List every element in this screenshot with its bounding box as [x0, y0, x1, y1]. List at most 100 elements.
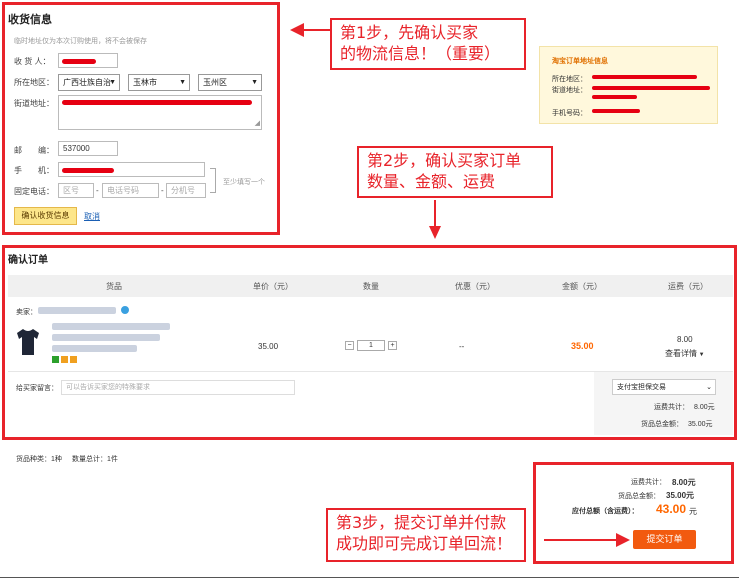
taobao-panel-title: 淘宝订单地址信息: [552, 58, 608, 65]
redacted-street: [62, 100, 252, 105]
seller-label: 卖家：: [16, 309, 37, 316]
phone-separator: -: [96, 186, 99, 195]
redacted-street-1: [592, 86, 710, 90]
chevron-down-icon: ▼: [109, 79, 116, 86]
area-code-input[interactable]: 区号: [58, 183, 94, 198]
province-value: 广西壮族自治: [63, 78, 111, 87]
district-value: 玉州区: [203, 78, 227, 87]
shipping-fee: 8.00: [677, 335, 693, 344]
chevron-down-icon: ▼: [251, 79, 258, 86]
col-amount: 金额（元）: [562, 282, 602, 291]
either-hint: 至少填写一个: [223, 179, 265, 186]
col-shipping: 运费（元）: [668, 282, 708, 291]
step3-line1: 第3步，提交订单并付款: [336, 513, 507, 532]
step1-line1: 第1步，先确认买家: [340, 23, 479, 42]
promo-badge-icon: [52, 356, 59, 363]
bottom-divider: [0, 577, 739, 578]
order-title: 确认订单: [8, 255, 48, 266]
product-title-line2[interactable]: [52, 334, 160, 341]
summary-shipping-value: 8.00元: [672, 478, 696, 487]
unit-price: 35.00: [258, 342, 279, 351]
cancel-link[interactable]: 取消: [84, 211, 100, 222]
mobile-label: 手 机：: [14, 166, 54, 175]
district-select[interactable]: 玉州区 ▼: [198, 74, 262, 91]
zip-input[interactable]: 537000: [58, 141, 118, 156]
payment-method-value: 支付宝担保交易: [617, 384, 666, 391]
province-select[interactable]: 广西壮族自治 ▼: [58, 74, 120, 91]
step3-arrow: [544, 533, 630, 547]
order-shipping-total: 8.00元: [694, 404, 715, 411]
seller-name[interactable]: [38, 307, 116, 314]
phone-number-input[interactable]: 电话号码: [102, 183, 159, 198]
receiver-hint: 临时地址仅为本次订购使用，将不会被保存: [14, 38, 147, 45]
summary-shipping-label: 运费共计：: [631, 479, 666, 486]
summary-goods-label: 货品总金额：: [618, 493, 660, 500]
redacted-mobile-2: [592, 109, 640, 113]
summary-payable-value: 43.00: [656, 502, 687, 516]
product-title-line1[interactable]: [52, 323, 170, 330]
step1-line2: 的物流信息！（重要）: [340, 44, 501, 63]
step2-line2: 数量、金额、运费: [367, 172, 496, 191]
taobao-mobile-label: 手机号码：: [552, 110, 587, 117]
col-goods: 货品: [106, 282, 122, 291]
payment-method-select[interactable]: 支付宝担保交易 ⌄: [612, 379, 716, 395]
mobile-input[interactable]: [58, 162, 205, 177]
product-thumbnail[interactable]: [14, 325, 42, 357]
taobao-address-panel: 淘宝订单地址信息 所在地区： 街道地址： 手机号码：: [539, 46, 718, 124]
zip-label: 邮 编：: [14, 146, 54, 155]
product-kinds: 货品种类：1种: [16, 456, 62, 463]
region-label: 所在地区：: [14, 78, 54, 87]
phone-bracket: [210, 168, 216, 193]
step2-arrow: [429, 200, 441, 239]
product-spec: [52, 345, 137, 352]
chevron-down-icon: ▼: [179, 79, 186, 86]
increment-button[interactable]: +: [388, 341, 397, 350]
step2-line1: 第2步，确认买家订单: [367, 151, 522, 170]
ext-separator: -: [161, 186, 164, 195]
verified-icon: [121, 306, 129, 314]
name-input[interactable]: [58, 53, 118, 68]
step3-line2: 成功即可完成订单回流！: [336, 534, 513, 553]
caret-down-icon: ▼: [697, 352, 705, 358]
message-input[interactable]: 可以告诉买家您的特殊要求: [61, 380, 295, 395]
order-goods-total-label: 货品总金额：: [641, 421, 683, 428]
redacted-region: [592, 75, 697, 79]
receiver-title: 收货信息: [8, 14, 52, 26]
taobao-region-label: 所在地区：: [552, 76, 587, 83]
taobao-street-label: 街道地址：: [552, 87, 587, 94]
confirm-receiver-button[interactable]: 确认收货信息: [14, 207, 77, 225]
quantity-total: 数量总计：1件: [72, 456, 118, 463]
resize-grip-icon[interactable]: ◢: [255, 117, 260, 131]
ext-input[interactable]: 分机号: [166, 183, 206, 198]
order-shipping-total-label: 运费共计：: [654, 404, 689, 411]
redacted-street-2: [592, 95, 637, 99]
city-select[interactable]: 玉林市 ▼: [128, 74, 190, 91]
summary-payable-unit: 元: [689, 507, 697, 516]
amount-value: 35.00: [571, 341, 594, 351]
promo-badge-icon-3: [70, 356, 77, 363]
quantity-stepper[interactable]: − 1 +: [345, 340, 397, 352]
submit-order-button[interactable]: 提交订单: [633, 530, 696, 549]
redacted-mobile: [62, 168, 114, 173]
name-label: 收 货 人：: [14, 57, 51, 66]
col-unit-price: 单价（元）: [253, 282, 293, 291]
message-label: 给买家留言：: [16, 385, 58, 392]
discount-value: --: [459, 342, 465, 351]
summary-goods-value: 35.00元: [666, 491, 695, 500]
step1-callout: 第1步，先确认买家 的物流信息！（重要）: [330, 18, 526, 70]
summary-payable-label: 应付总额（含运费）：: [572, 508, 639, 515]
redacted-name: [62, 59, 96, 64]
decrement-button[interactable]: −: [345, 341, 354, 350]
shipping-detail-link[interactable]: 查看详情 ▼: [665, 348, 705, 359]
order-goods-total: 35.00元: [688, 421, 713, 428]
order-table-header: 货品 单价（元） 数量 优惠（元） 金额（元） 运费（元）: [8, 275, 733, 297]
promo-badge-icon-2: [61, 356, 68, 363]
chevron-down-icon: ⌄: [706, 384, 712, 391]
street-label: 街道地址：: [14, 99, 54, 108]
phone-label: 固定电话：: [14, 187, 54, 196]
street-textarea[interactable]: ◢: [58, 95, 262, 130]
city-value: 玉林市: [133, 78, 157, 87]
col-quantity: 数量: [363, 282, 379, 291]
shipping-detail-text: 查看详情: [665, 349, 697, 358]
quantity-input[interactable]: 1: [357, 340, 385, 351]
